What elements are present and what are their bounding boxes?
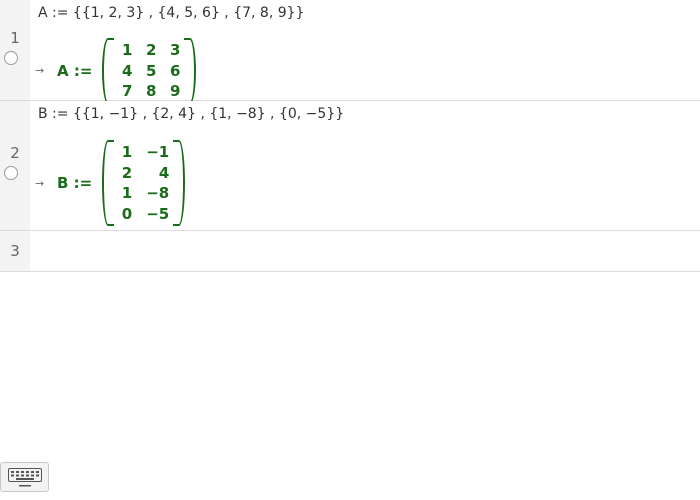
cas-row-2: 2 B := {{1, −1} , {2, 4} , {1, −8} , {0,… [0,101,700,231]
matrix-cell: 3 [169,41,181,59]
right-paren [173,140,186,226]
output-arrow-icon: → [35,176,45,190]
output-expression: → A := 1 2 3 4 5 6 7 8 9 [35,38,197,104]
matrix-cell: 2 [121,163,133,182]
keyboard-icon [8,468,42,487]
cas-row-1: 1 A := {{1, 2, 3} , {4, 5, 6} , {7, 8, 9… [0,0,700,104]
matrix-cell: 1 [121,184,133,202]
matrix-cell: 2 [145,41,157,59]
matrix-cell: 6 [169,61,181,80]
row-gutter: 2 [0,101,30,230]
matrix-a: 1 2 3 4 5 6 7 8 9 [102,38,197,104]
matrix-cell: 4 [121,61,133,80]
matrix-cell: 1 [121,143,133,161]
matrix-cell: −5 [146,204,170,223]
row-gutter: 1 [0,0,30,100]
output-label: B := [57,174,93,192]
row-content[interactable]: A := {{1, 2, 3} , {4, 5, 6} , {7, 8, 9}}… [30,0,700,104]
matrix-grid: 1 −1 2 4 1 −8 0 −5 [114,140,173,226]
row-gutter: 3 [0,231,30,271]
row-number: 3 [10,242,20,260]
row-number: 1 [10,29,20,47]
matrix-cell: 1 [121,41,133,59]
matrix-cell: 5 [145,61,157,80]
row-radio-icon[interactable] [4,166,18,180]
matrix-b: 1 −1 2 4 1 −8 0 −5 [102,140,186,226]
left-paren [102,140,115,226]
matrix-cell: −8 [146,184,170,202]
cas-row-3: 3 [0,231,700,272]
matrix-cell: 0 [121,204,133,223]
row-radio-icon[interactable] [4,51,18,65]
input-expression[interactable]: B := {{1, −1} , {2, 4} , {1, −8} , {0, −… [38,106,344,122]
keyboard-button[interactable] [0,462,49,492]
matrix-cell: −1 [146,143,170,161]
output-arrow-icon: → [35,64,45,78]
matrix-cell: 9 [169,82,181,100]
output-label: A := [57,61,93,80]
matrix-cell: 7 [121,82,133,100]
matrix-grid: 1 2 3 4 5 6 7 8 9 [114,38,184,104]
row-content[interactable] [30,231,700,271]
cas-view: 1 A := {{1, 2, 3} , {4, 5, 6} , {7, 8, 9… [0,0,700,272]
left-paren [102,38,115,104]
matrix-cell: 8 [145,82,157,100]
row-content[interactable]: B := {{1, −1} , {2, 4} , {1, −8} , {0, −… [30,101,700,230]
input-expression[interactable]: A := {{1, 2, 3} , {4, 5, 6} , {7, 8, 9}} [38,5,304,21]
matrix-cell: 4 [158,163,170,182]
row-number: 2 [10,144,20,162]
right-paren [184,38,197,104]
output-expression: → B := 1 −1 2 4 1 −8 0 −5 [35,140,186,226]
